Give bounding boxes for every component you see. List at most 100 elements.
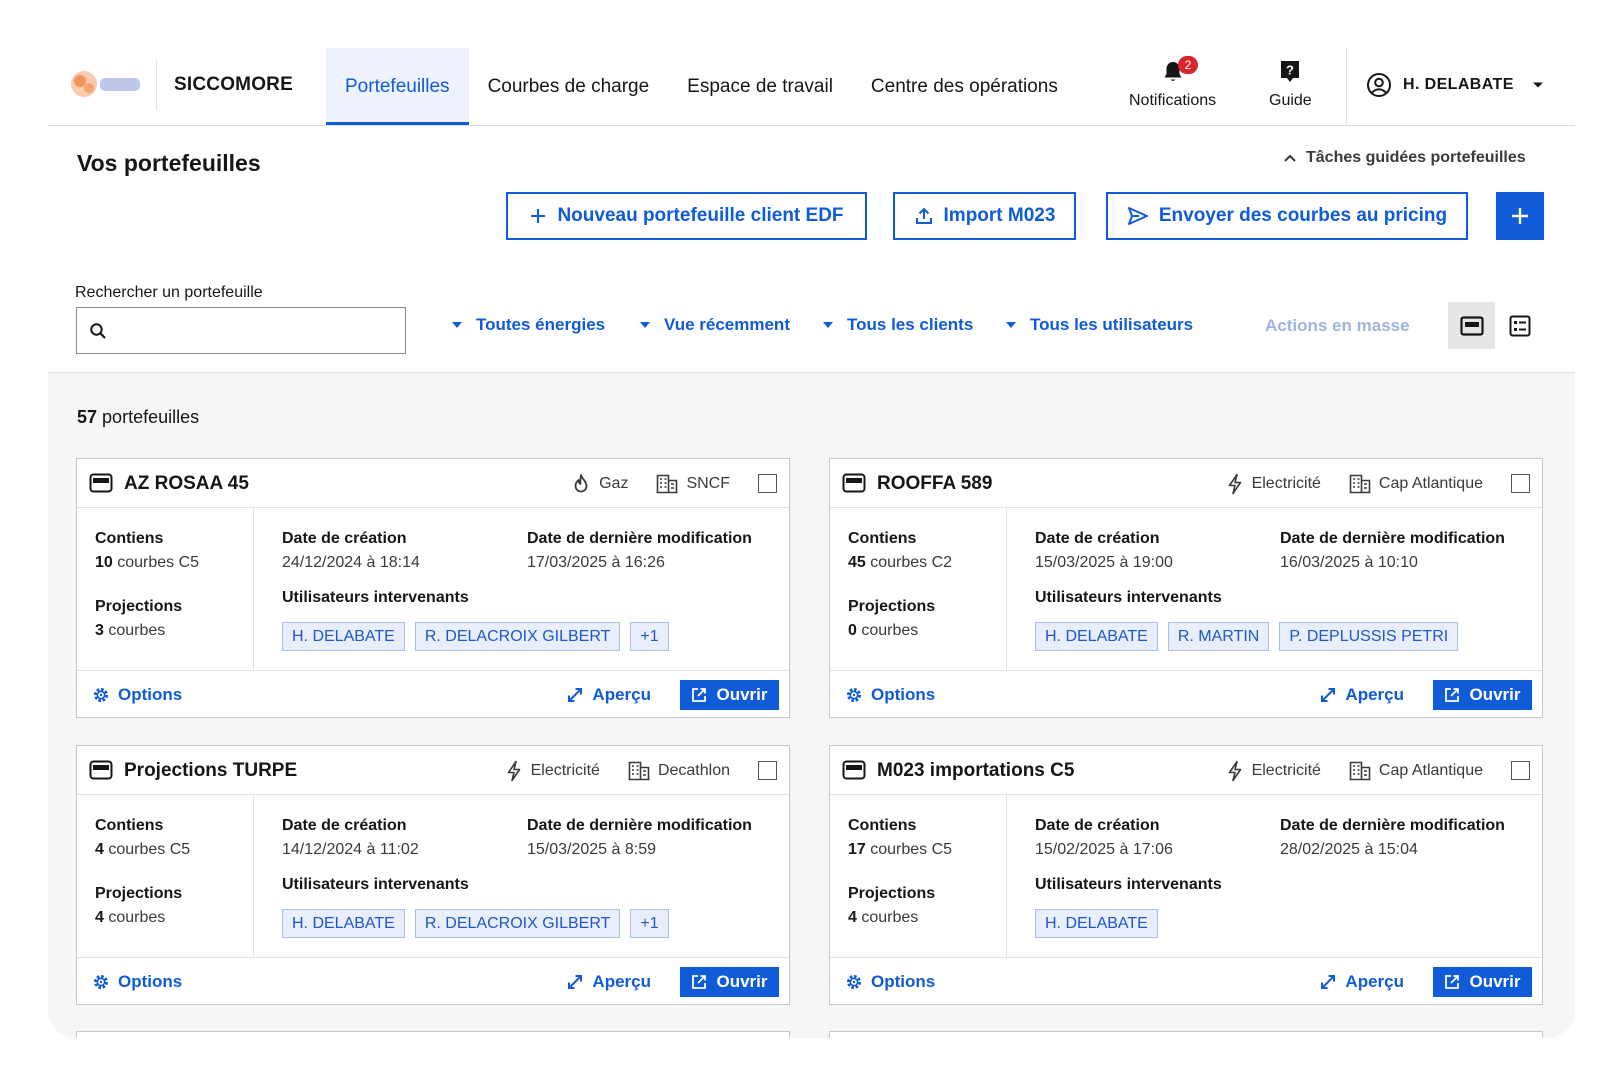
open-button[interactable]: Ouvrir: [680, 680, 779, 710]
user-chip[interactable]: R. DELACROIX GILBERT: [414, 622, 621, 651]
preview-label: Aperçu: [1345, 685, 1404, 704]
card-view-toggle[interactable]: [1448, 302, 1495, 349]
created-date: 15/03/2025 à 19:00: [1035, 554, 1173, 571]
user-chip[interactable]: H. DELABATE: [282, 909, 405, 938]
add-button[interactable]: [1496, 192, 1544, 240]
users-label: Utilisateurs intervenants: [282, 876, 469, 893]
caret-down-icon: [640, 322, 664, 328]
projections-label: Projections: [848, 598, 936, 615]
portfolio-card-partial: [76, 1031, 790, 1038]
card-summary: Contiens 45 courbes C2 Projections 0 cou…: [830, 508, 1007, 670]
caret-down-icon: [1006, 322, 1030, 328]
projections-label: Projections: [95, 885, 183, 902]
expand-icon: [567, 974, 592, 990]
bolt-icon: [505, 760, 531, 782]
gear-icon: [93, 687, 118, 703]
filter-recent[interactable]: Vue récemment: [640, 315, 790, 335]
portfolio-count-label: portefeuilles: [102, 407, 200, 427]
card-title: AZ ROSAA 45: [124, 473, 249, 494]
search-input[interactable]: [115, 308, 400, 353]
projections-count: 4 courbes: [95, 909, 166, 926]
caret-down-icon: [452, 322, 476, 328]
building-icon: [628, 761, 658, 781]
options-button[interactable]: Options: [846, 685, 935, 705]
notifications-button[interactable]: 2 Notifications: [1129, 56, 1216, 110]
card-checkbox[interactable]: [758, 474, 777, 493]
card-header: Projections TURPE Electricité Decathlon: [77, 746, 789, 795]
card-footer: Options Aperçu Ouvrir: [830, 670, 1542, 718]
card-checkbox[interactable]: [1511, 474, 1530, 493]
guide-button[interactable]: ? Guide: [1269, 58, 1312, 110]
bolt-icon: [1226, 760, 1252, 782]
edf-logo[interactable]: [62, 64, 146, 104]
new-portfolio-button[interactable]: Nouveau portefeuille client EDF: [506, 192, 867, 240]
chevron-down-icon: [1532, 81, 1544, 89]
user-chip[interactable]: H. DELABATE: [1035, 909, 1158, 938]
filter-energy[interactable]: Toutes énergies: [452, 315, 605, 335]
send-pricing-button[interactable]: Envoyer des courbes au pricing: [1106, 192, 1468, 240]
client-label: SNCF: [686, 474, 730, 492]
contains-label: Contiens: [95, 530, 164, 547]
options-label: Options: [118, 685, 183, 704]
tab-courbes-de-charge[interactable]: Courbes de charge: [469, 48, 669, 125]
gear-icon: [93, 974, 118, 990]
building-icon: [1349, 474, 1379, 494]
energy-label: Electricité: [1251, 761, 1321, 779]
user-menu[interactable]: H. DELABATE: [1366, 72, 1544, 98]
caret-down-icon: [823, 322, 847, 328]
portfolio-card: M023 importations C5 Electricité Cap Atl…: [829, 745, 1543, 1005]
modified-label: Date de dernière modification: [527, 817, 752, 834]
preview-button[interactable]: Aperçu: [1320, 685, 1404, 705]
preview-label: Aperçu: [1345, 972, 1404, 991]
open-label: Ouvrir: [1469, 685, 1521, 704]
filter-users[interactable]: Tous les utilisateurs: [1006, 315, 1193, 335]
options-label: Options: [118, 972, 183, 991]
building-icon: [656, 474, 686, 494]
options-button[interactable]: Options: [93, 972, 182, 992]
user-chip[interactable]: H. DELABATE: [1035, 622, 1158, 651]
card-meta: Electricité Cap Atlantique: [1226, 459, 1530, 508]
preview-button[interactable]: Aperçu: [567, 972, 651, 992]
options-button[interactable]: Options: [846, 972, 935, 992]
tab-centre-des-operations[interactable]: Centre des opérations: [852, 48, 1077, 125]
tab-espace-de-travail[interactable]: Espace de travail: [668, 48, 852, 125]
preview-button[interactable]: Aperçu: [1320, 972, 1404, 992]
created-label: Date de création: [282, 530, 407, 547]
user-chip[interactable]: H. DELABATE: [282, 622, 405, 651]
preview-button[interactable]: Aperçu: [567, 685, 651, 705]
portfolio-card-partial: [829, 1031, 1543, 1038]
import-m023-button[interactable]: Import M023: [893, 192, 1076, 240]
user-chip-more[interactable]: +1: [630, 909, 669, 938]
user-chip[interactable]: P. DEPLUSSIS PETRI: [1279, 622, 1459, 651]
card-footer: Options Aperçu Ouvrir: [77, 670, 789, 718]
open-label: Ouvrir: [716, 972, 768, 991]
options-button[interactable]: Options: [93, 685, 182, 705]
projections-label: Projections: [848, 885, 936, 902]
open-button[interactable]: Ouvrir: [680, 967, 779, 997]
user-chip[interactable]: R. MARTIN: [1167, 622, 1270, 651]
user-chip-more[interactable]: +1: [630, 622, 669, 651]
card-checkbox[interactable]: [1511, 761, 1530, 780]
page-title: Vos portefeuilles: [77, 150, 261, 176]
list-view-toggle[interactable]: [1496, 302, 1543, 349]
logo-separator: [156, 60, 157, 110]
open-button[interactable]: Ouvrir: [1433, 967, 1532, 997]
portfolio-icon: [842, 760, 866, 780]
building-icon: [1349, 761, 1379, 781]
client-label: Cap Atlantique: [1378, 761, 1483, 779]
projections-count: 4 courbes: [848, 909, 919, 926]
user-chip[interactable]: R. DELACROIX GILBERT: [414, 909, 621, 938]
card-checkbox[interactable]: [758, 761, 777, 780]
tab-portefeuilles[interactable]: Portefeuilles: [326, 48, 469, 125]
portfolio-results: 57 portefeuilles AZ ROSAA 45 Gaz SNCF Co…: [48, 372, 1575, 1038]
open-button[interactable]: Ouvrir: [1433, 680, 1532, 710]
bulk-actions-button[interactable]: Actions en masse: [1265, 316, 1410, 336]
modified-label: Date de dernière modification: [1280, 530, 1505, 547]
filter-clients[interactable]: Tous les clients: [823, 315, 973, 335]
filter-energy-label: Toutes énergies: [476, 315, 606, 334]
import-label: Import M023: [943, 205, 1056, 226]
notification-count-badge: 2: [1177, 56, 1199, 74]
card-footer: Options Aperçu Ouvrir: [830, 957, 1542, 1005]
card-meta: Electricité Cap Atlantique: [1226, 746, 1530, 795]
guided-tasks-toggle[interactable]: Tâches guidées portefeuilles: [1284, 149, 1526, 167]
